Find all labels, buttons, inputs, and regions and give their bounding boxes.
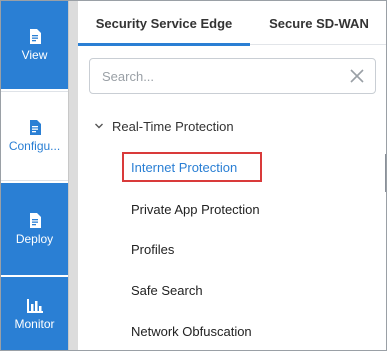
tree-section-label: Real-Time Protection: [112, 118, 234, 134]
nav-monitor-label: Monitor: [14, 316, 55, 331]
close-icon[interactable]: [349, 68, 365, 84]
search-input[interactable]: [90, 59, 340, 93]
tree-section-real-time-protection[interactable]: Real-Time Protection: [94, 116, 234, 136]
nav-configure-label: Configu...: [8, 138, 61, 153]
tab-secure-sd-wan[interactable]: Secure SD-WAN: [250, 1, 386, 45]
tree-item-network-obfuscation[interactable]: Network Obfuscation: [131, 324, 252, 339]
tree-item-private-app-protection[interactable]: Private App Protection: [131, 202, 260, 217]
nav-view[interactable]: View: [1, 1, 68, 89]
tree-item-safe-search[interactable]: Safe Search: [131, 283, 203, 298]
tab-security-service-edge[interactable]: Security Service Edge: [78, 1, 250, 46]
tab-label: Secure SD-WAN: [269, 15, 369, 31]
nav-view-label: View: [21, 47, 48, 62]
tree-item-internet-protection[interactable]: Internet Protection: [131, 160, 237, 175]
nav-configure[interactable]: Configu...: [1, 91, 68, 181]
tab-bar: Security Service Edge Secure SD-WAN: [78, 1, 386, 46]
tree-item-profiles[interactable]: Profiles: [131, 242, 174, 257]
nav-deploy-label: Deploy: [15, 231, 54, 246]
search-box: [89, 58, 376, 94]
panel-gutter: [68, 1, 78, 350]
document-icon: [29, 28, 41, 44]
chevron-down-icon: [95, 123, 103, 129]
tab-label: Security Service Edge: [95, 15, 233, 31]
document-icon: [29, 119, 41, 135]
left-nav: View Configu... Deploy Monitor: [1, 1, 68, 350]
bar-chart-icon: [26, 298, 43, 313]
app-frame: View Configu... Deploy Monitor Security …: [0, 0, 387, 351]
config-panel: Security Service Edge Secure SD-WAN Real…: [78, 1, 386, 350]
nav-deploy[interactable]: Deploy: [1, 183, 68, 275]
nav-monitor[interactable]: Monitor: [1, 277, 68, 350]
document-icon: [29, 212, 41, 228]
